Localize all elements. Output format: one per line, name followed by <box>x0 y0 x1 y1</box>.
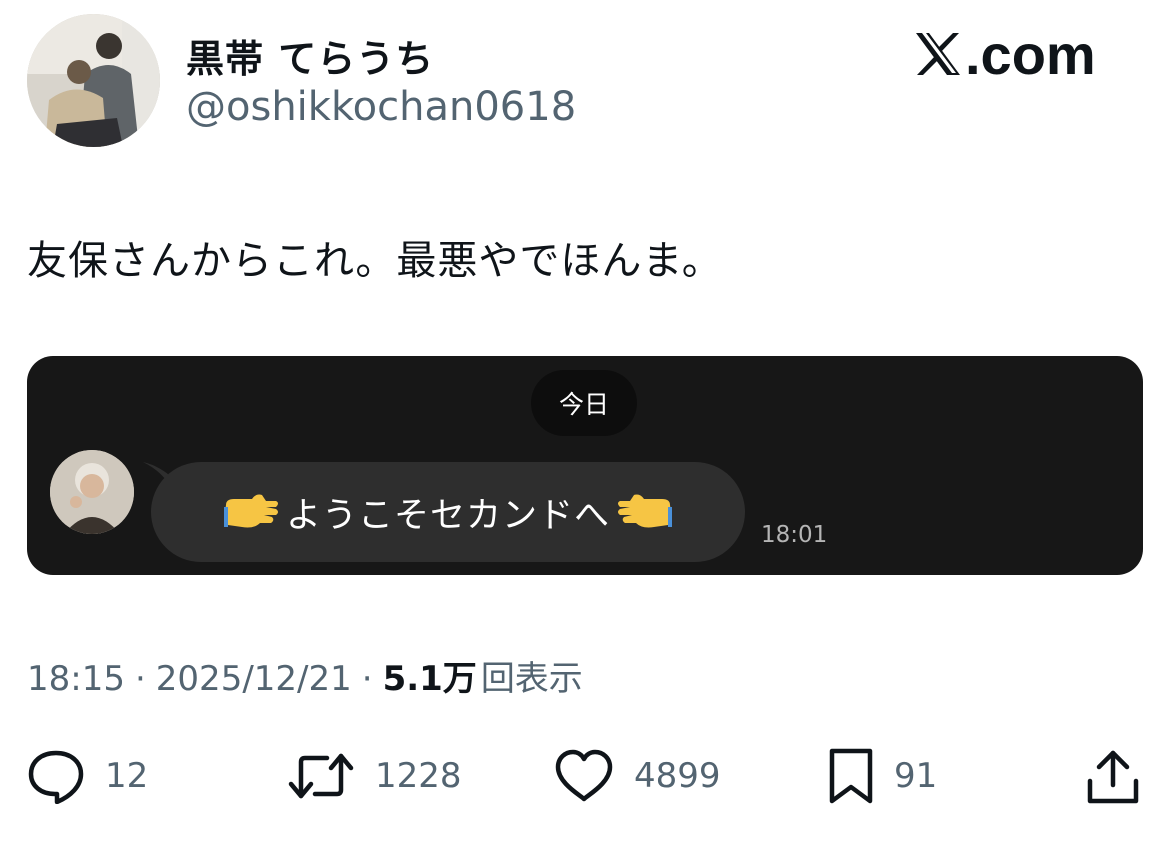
reply-icon <box>27 748 85 804</box>
display-name[interactable]: 黒帯 てらうち <box>186 28 434 83</box>
meta-separator: · <box>361 659 373 699</box>
meta-separator: · <box>134 659 146 699</box>
hand-right-emoji <box>222 487 280 537</box>
tweet-time[interactable]: 18:15 <box>27 659 125 699</box>
x-logo[interactable]: .com <box>913 22 1096 86</box>
message-time: 18:01 <box>761 522 828 548</box>
like-button[interactable]: 4899 <box>554 746 721 806</box>
bookmark-icon <box>828 747 874 805</box>
sender-avatar <box>50 450 134 534</box>
chat-message-bubble: ようこそセカンドへ <box>151 462 745 562</box>
like-count: 4899 <box>634 756 721 796</box>
user-handle[interactable]: @oshikkochan0618 <box>186 84 576 130</box>
share-button[interactable] <box>1086 746 1140 806</box>
message-text: ようこそセカンドへ <box>285 495 610 536</box>
repost-icon <box>287 750 355 802</box>
brand-label: .com <box>965 22 1096 86</box>
elderly-woman-photo-icon <box>50 450 134 534</box>
day-label: 今日 <box>531 370 637 436</box>
tweet-media[interactable]: 今日 ようこそセカンドへ 18:01 <box>27 356 1143 575</box>
heart-icon <box>554 749 614 803</box>
hand-left-emoji <box>616 487 674 537</box>
bookmark-button[interactable]: 91 <box>828 746 937 806</box>
repost-count: 1228 <box>375 756 462 796</box>
tweet-date[interactable]: 2025/12/21 <box>156 659 352 699</box>
bookmark-count: 91 <box>894 756 938 796</box>
tweet-text: 友保さんからこれ。最悪やでほんま。 <box>27 238 723 284</box>
tweet-meta: 18:15 · 2025/12/21 · 5.1万 回表示 <box>27 651 583 700</box>
views-label: 回表示 <box>480 659 583 699</box>
reply-count: 12 <box>105 756 149 796</box>
repost-button[interactable]: 1228 <box>287 746 462 806</box>
profile-photo-icon <box>27 14 160 147</box>
share-icon <box>1086 747 1140 805</box>
x-icon <box>916 33 960 75</box>
reply-button[interactable]: 12 <box>27 746 148 806</box>
profile-avatar[interactable] <box>27 14 160 147</box>
views-count[interactable]: 5.1万 <box>383 651 477 700</box>
